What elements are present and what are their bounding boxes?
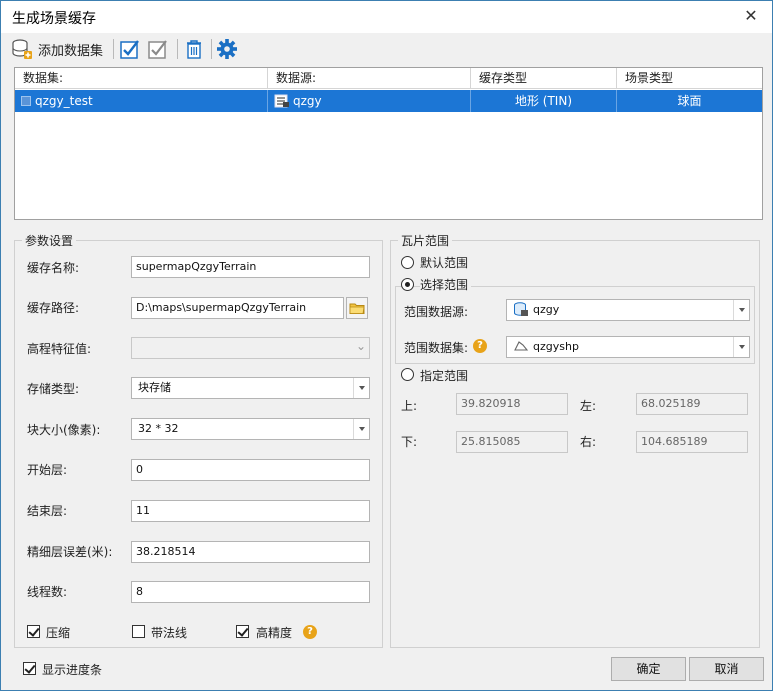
region-dataset-icon [514,341,529,351]
start-level-label: 开始层: [27,463,68,477]
right-input[interactable]: 104.685189 [636,431,748,453]
default-range-radio[interactable] [401,256,414,269]
add-dataset-label: 添加数据集 [38,43,104,59]
storage-type-combo[interactable]: 块存储 [131,377,370,399]
compress-checkbox[interactable] [27,625,40,638]
block-size-value: 32 * 32 [138,422,179,435]
range-datasource-combo[interactable]: qzgy [506,299,750,321]
delete-button[interactable] [183,36,205,62]
left-label: 左: [580,399,597,413]
invert-select-icon [148,40,167,59]
tiles-group-title: 瓦片范围 [398,232,453,249]
cell-dataset: qzgy_test [15,90,268,112]
end-level-input[interactable]: 11 [131,500,370,522]
normals-label: 带法线 [151,626,188,640]
storage-type-value: 块存储 [138,381,171,394]
column-header-scene-type[interactable]: 场景类型 [617,68,762,89]
elevation-combo[interactable] [131,336,370,359]
folder-icon [349,303,365,314]
threads-label: 线程数: [27,585,68,599]
bottom-label: 下: [401,435,418,449]
storage-type-label: 存储类型: [27,382,80,396]
table-header: 数据集: 数据源: 缓存类型 场景类型 [15,68,762,89]
fine-error-label: 精细层误差(米): [27,545,113,559]
params-group-title: 参数设置 [22,232,77,249]
bottom-input[interactable]: 25.815085 [456,431,568,453]
compress-label: 压缩 [46,626,71,640]
range-datasource-value: qzgy [533,303,560,316]
add-dataset-button[interactable]: 添加数据集 [11,36,103,62]
block-size-label: 块大小(像素): [27,423,101,437]
close-button[interactable]: ✕ [736,3,766,29]
help-icon[interactable]: ? [303,625,317,639]
left-input[interactable]: 68.025189 [636,393,748,415]
cell-cache-type: 地形 (TIN) [471,90,617,112]
show-progress-checkbox[interactable] [23,662,36,675]
cell-scene-type: 球面 [677,94,702,108]
threads-input[interactable]: 8 [131,581,370,603]
cell-datasource: qzgy [268,90,471,112]
range-dataset-label: 范围数据集: [404,341,469,355]
dialog-title: 生成场景缓存 [12,11,96,27]
show-progress-label: 显示进度条 [42,663,103,677]
chevron-down-icon [733,337,749,357]
chevron-down-icon [353,378,369,398]
trash-icon [187,40,201,59]
start-level-input[interactable]: 0 [131,459,370,481]
title-bar: 生成场景缓存 ✕ [1,1,772,33]
cancel-button[interactable]: 取消 [689,657,764,681]
chevron-down-icon [733,300,749,320]
select-all-icon [120,40,139,59]
end-level-label: 结束层: [27,504,68,518]
cache-name-label: 缓存名称: [27,261,80,275]
help-icon[interactable]: ? [473,339,487,353]
range-datasource-label: 范围数据源: [404,305,469,319]
default-range-label: 默认范围 [420,256,469,270]
close-icon: ✕ [744,6,758,25]
column-header-datasource[interactable]: 数据源: [268,68,471,89]
datasource-icon [274,94,289,108]
datasource-icon [514,302,528,316]
settings-button[interactable] [216,36,238,62]
browse-folder-button[interactable] [346,297,368,319]
high-precision-checkbox[interactable] [236,625,249,638]
toolbar: 添加数据集 [1,33,772,65]
high-precision-label: 高精度 [256,626,293,640]
cache-path-label: 缓存路径: [27,301,80,315]
dataset-table[interactable]: 数据集: 数据源: 缓存类型 场景类型 qzgy_test qzgy 地形 (T… [14,67,763,220]
select-all-button[interactable] [119,36,141,62]
elevation-label: 高程特征值: [27,342,92,356]
toolbar-separator [177,39,178,59]
top-label: 上: [401,399,418,413]
right-label: 右: [580,435,597,449]
cache-name-input[interactable]: supermapQzgyTerrain [131,256,370,278]
select-range-radio[interactable] [401,278,414,291]
normals-checkbox[interactable] [132,625,145,638]
range-dataset-value: qzgyshp [533,340,579,353]
chevron-down-icon [353,419,369,439]
specify-range-label: 指定范围 [420,369,469,383]
dialog-window: 生成场景缓存 ✕ 添加数据集 数据集: 数据源: 缓存类型 场景类型 qzgy_… [0,0,773,691]
ok-button[interactable]: 确定 [611,657,686,681]
table-row[interactable]: qzgy_test qzgy 地形 (TIN) 球面 [15,90,762,112]
invert-select-button[interactable] [147,36,169,62]
tin-dataset-icon [21,96,31,106]
chevron-down-icon [353,336,369,358]
block-size-combo[interactable]: 32 * 32 [131,418,370,440]
dataset-name: qzgy_test [35,94,93,108]
specify-range-radio[interactable] [401,368,414,381]
cache-path-input[interactable]: D:\maps\supermapQzgyTerrain [131,297,344,319]
datasource-name: qzgy [293,94,322,108]
select-range-label: 选择范围 [420,276,472,293]
range-dataset-combo[interactable]: qzgyshp [506,336,750,358]
fine-error-input[interactable]: 38.218514 [131,541,370,563]
top-input[interactable]: 39.820918 [456,393,568,415]
database-add-icon [12,39,32,59]
toolbar-separator [113,39,114,59]
column-header-dataset[interactable]: 数据集: [15,68,268,89]
toolbar-separator [211,39,212,59]
gear-icon [217,39,237,59]
column-header-cache-type[interactable]: 缓存类型 [471,68,617,89]
